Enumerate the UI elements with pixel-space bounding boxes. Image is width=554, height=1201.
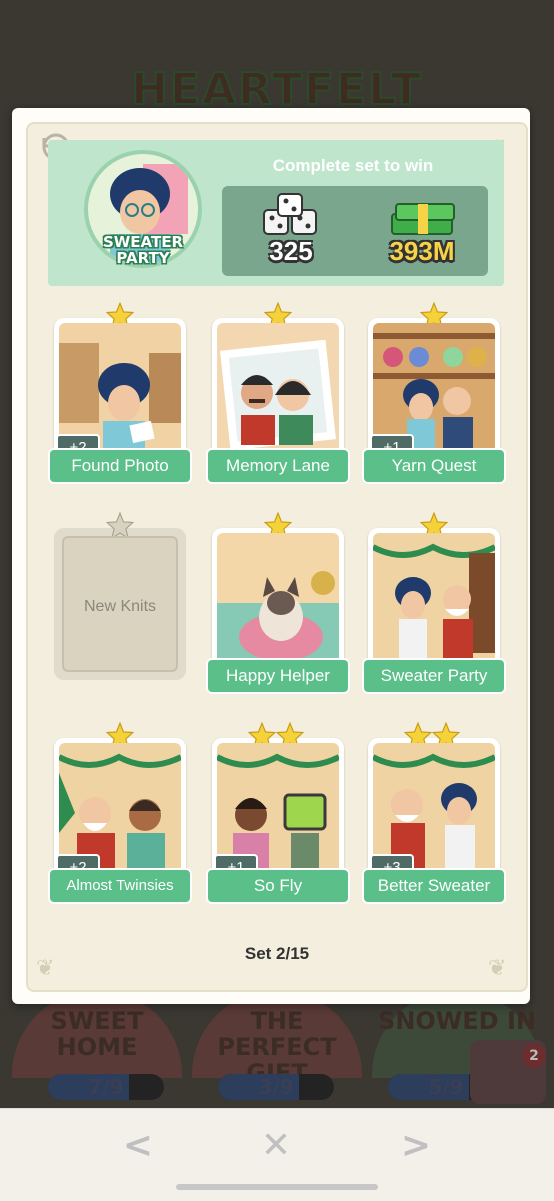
previous-set-button[interactable]: <: [108, 1123, 168, 1167]
card-name: Almost Twinsies: [48, 868, 192, 904]
sticker-card-new-knits[interactable]: New Knits: [54, 512, 186, 680]
notification-badge: 2: [522, 1044, 546, 1068]
cash-icon: [391, 203, 455, 235]
card-name: New Knits: [83, 598, 157, 615]
sticker-card-memory-lane[interactable]: Memory Lane: [206, 302, 350, 484]
card-art: [373, 533, 495, 675]
sticker-card-so-fly[interactable]: +1 So Fly: [206, 722, 350, 904]
reward-dice-amount: 325: [269, 236, 313, 266]
close-button[interactable]: ✕: [246, 1123, 306, 1167]
progress-text: 5/9: [428, 1075, 464, 1099]
progress-text: 7/9: [88, 1075, 124, 1099]
next-set-button[interactable]: >: [386, 1123, 446, 1167]
home-indicator[interactable]: [176, 1184, 378, 1190]
sticker-card-happy-helper[interactable]: Happy Helper: [206, 512, 350, 694]
card-name: Found Photo: [48, 448, 192, 484]
card-name: So Fly: [206, 868, 350, 904]
card-art: [217, 533, 339, 675]
dice-icon: [263, 193, 317, 235]
sticker-card-better-sweater[interactable]: +3 Better Sweater: [362, 722, 506, 904]
bg-progress-perfect-gift: 3/9: [218, 1074, 334, 1100]
set-page-counter: Set 2/15: [244, 944, 310, 963]
sticker-card-almost-twinsies[interactable]: +2 Almost Twinsies: [48, 722, 192, 904]
card-art: [217, 323, 339, 465]
bg-progress-sweet-home: 7/9: [48, 1074, 164, 1100]
card-name: Happy Helper: [206, 658, 350, 694]
card-name: Memory Lane: [206, 448, 350, 484]
card-name: Yarn Quest: [362, 448, 506, 484]
sticker-card-sweater-party[interactable]: Sweater Party: [362, 512, 506, 694]
complete-set-text: Complete set to win: [272, 156, 434, 175]
set-name: SWEATER PARTY: [102, 233, 184, 267]
card-name: Better Sweater: [362, 868, 506, 904]
progress-text: 3/9: [258, 1075, 294, 1099]
sticker-card-yarn-quest[interactable]: +1 Yarn Quest: [362, 302, 506, 484]
sticker-card-found-photo[interactable]: +2 Found Photo: [48, 302, 192, 484]
card-name: Sweater Party: [362, 658, 506, 694]
reward-cash-amount: 393M: [389, 236, 455, 266]
